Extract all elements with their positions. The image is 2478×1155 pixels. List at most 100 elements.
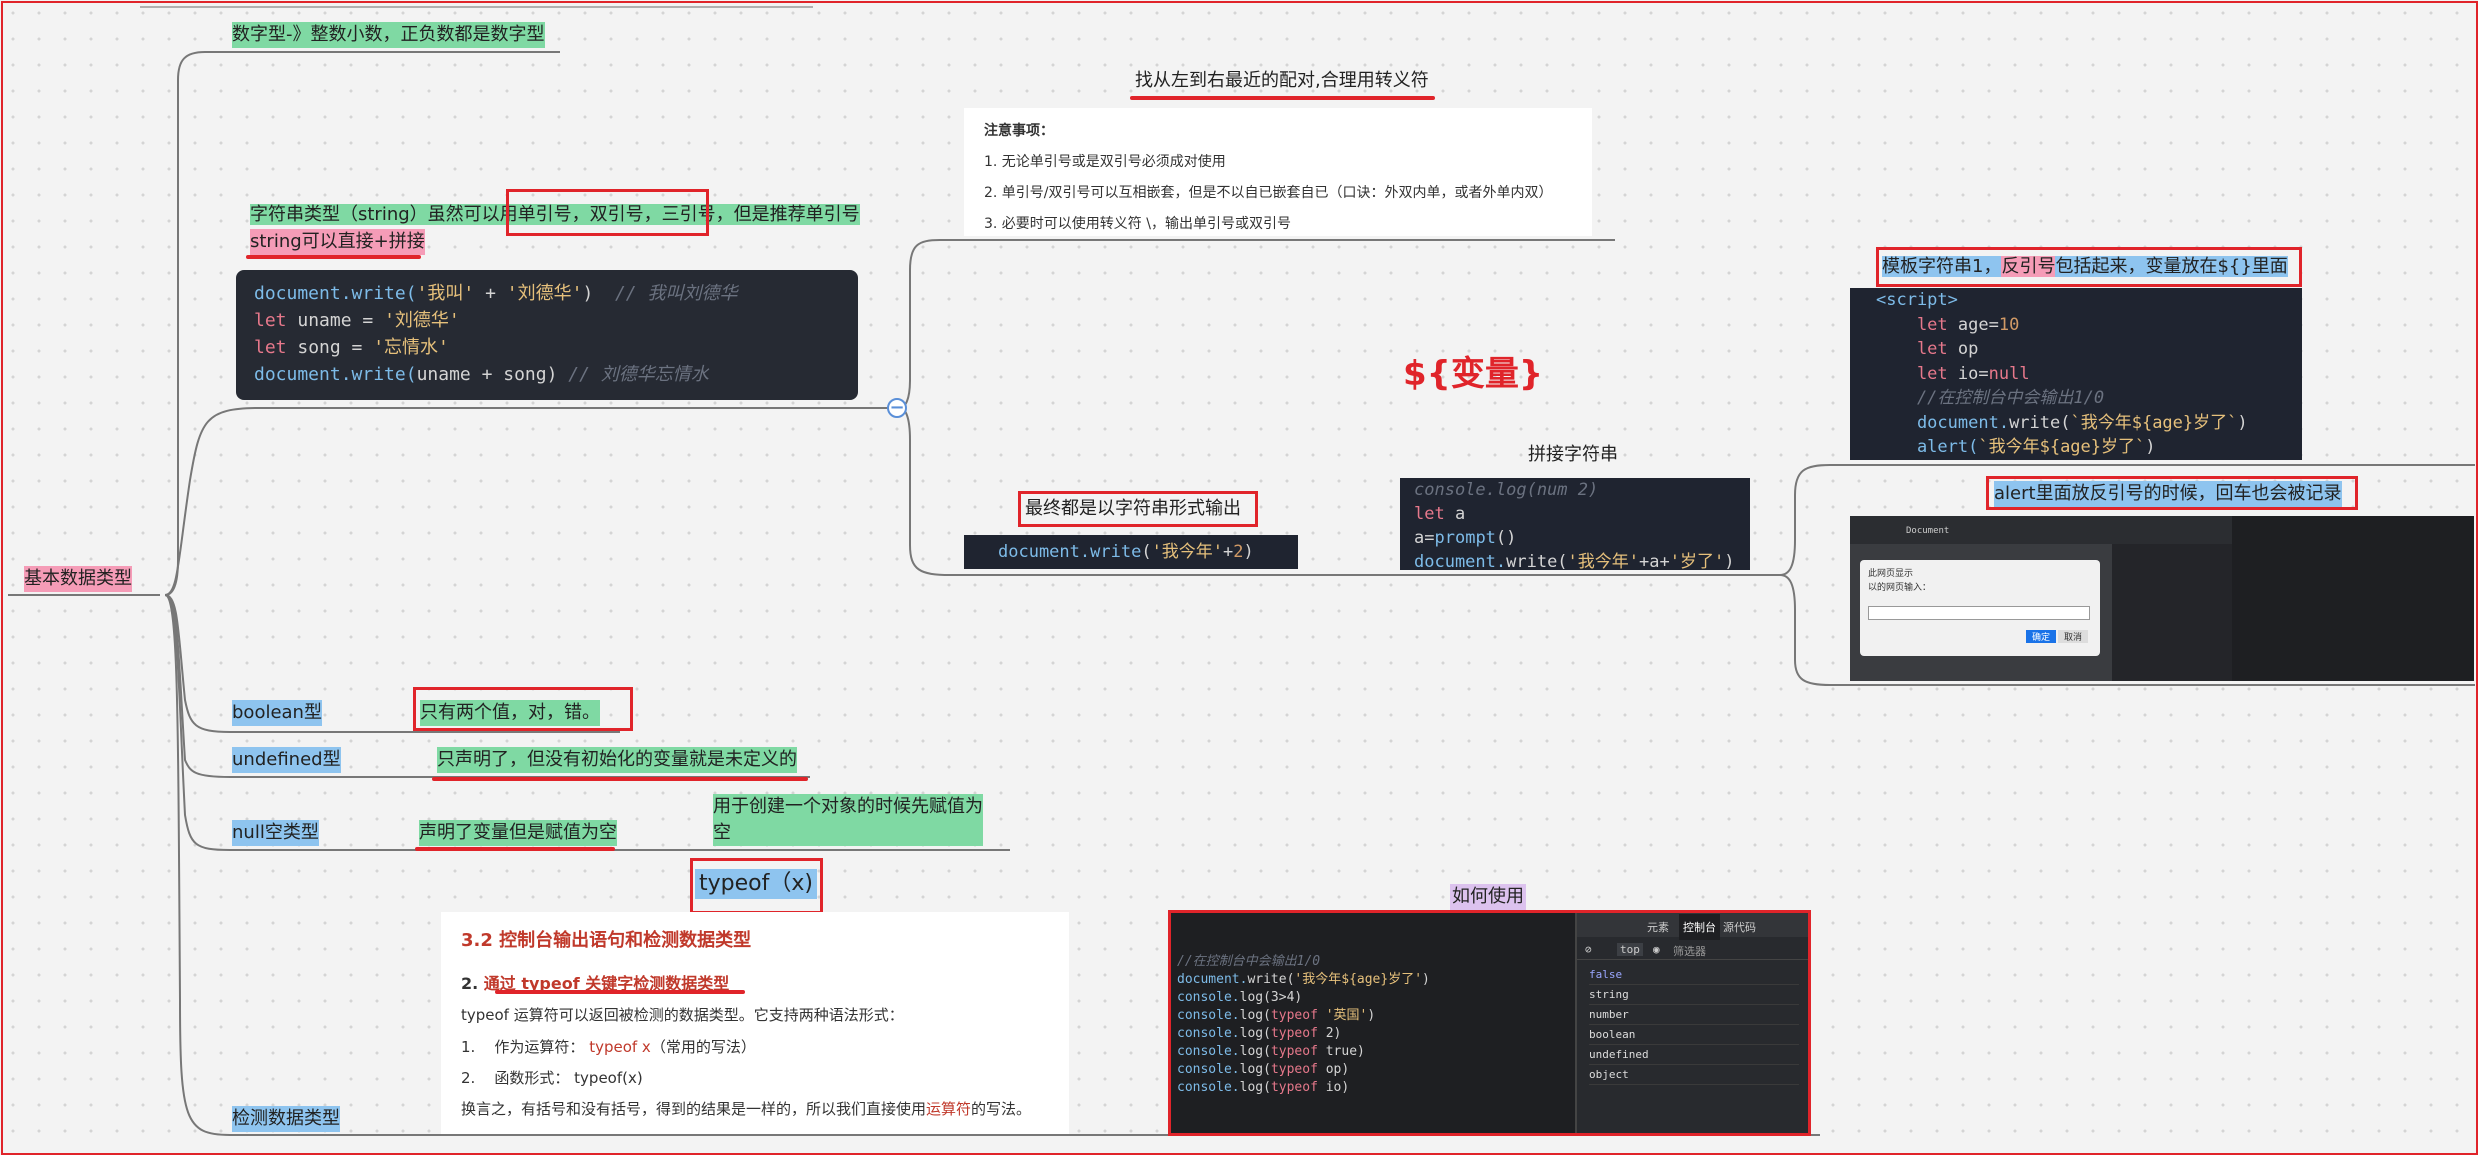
code-token: let	[1876, 314, 1958, 335]
string-quotes-highlight	[506, 189, 709, 236]
output-string-node[interactable]: 最终都是以字符串形式输出	[1025, 496, 1241, 522]
dialog-input[interactable]	[1868, 606, 2090, 620]
how-to-use-node[interactable]: 如何使用	[1450, 884, 1526, 910]
devtools-tab-elements[interactable]: 元素	[1647, 919, 1669, 935]
undefined-type-node[interactable]: undefined型	[232, 747, 341, 773]
code-token: console.	[1177, 990, 1240, 1005]
notes-item-2: 2. 单引号/双引号可以互相嵌套，但是不以自已嵌套自已（口诀：外双内单，或者外单…	[984, 185, 1553, 201]
concat-code-sample: console.log(num 2) let a a=prompt() documen…	[1400, 478, 1750, 570]
mindmap-canvas[interactable]: − 基本数据类型 数字型-》整数小数，正负数都是数字型 字符串类型（string…	[0, 0, 2478, 1155]
code-token: +	[1223, 542, 1234, 562]
devtools-tab-sources[interactable]: 源代码	[1723, 919, 1756, 935]
template-string-text-c: 包括起来，	[2055, 256, 2146, 277]
code-token: document.	[998, 542, 1091, 562]
code-token: typeof	[1270, 1080, 1326, 1095]
code-token: )	[1243, 542, 1254, 562]
code-token: '我叫'	[416, 283, 475, 304]
code-token: typeof	[1270, 1026, 1326, 1041]
code-token: '岁了'	[1669, 552, 1725, 570]
dialog-ok-button[interactable]: 确定	[2026, 630, 2057, 643]
console-output-line: number	[1589, 1005, 1799, 1025]
code-line: document.write('我叫' + '刘德华') // 我叫刘德华	[254, 280, 840, 307]
code-token: log(	[1239, 1008, 1271, 1023]
alert-backtick-node[interactable]: alert里面放反引号的时候，回车也会被记录	[1994, 481, 2342, 507]
context-select[interactable]: top	[1617, 943, 1643, 956]
typeof-doc-item-2-text: 函数形式： typeof(x)	[494, 1069, 643, 1087]
devtools-toolbar: ⊘ top ◉ 筛选器	[1577, 939, 1808, 960]
code-token: log(	[1239, 1062, 1271, 1077]
code-token: typeof	[1270, 1008, 1326, 1023]
code-token: io	[1957, 363, 1979, 384]
browser-screenshot: Document 此网页显示 以的网页输入： 确定 取消	[1850, 516, 2474, 681]
code-token: +	[474, 283, 507, 304]
clear-console-icon[interactable]: ⊘	[1585, 943, 1592, 956]
code-line: let io=null	[1876, 362, 2276, 387]
code-token: write	[1090, 542, 1142, 562]
browser-tab-title: Document	[1906, 526, 1950, 536]
code-line: console.log(typeof 2)	[1177, 1025, 1557, 1043]
nearest-pair-node[interactable]: 找从左到右最近的配对,合理用转义符	[1135, 68, 1429, 94]
code-token: )	[2237, 412, 2248, 433]
code-line: document.write('我今年'+a+'岁了')	[1414, 550, 1736, 570]
concat-string-node[interactable]: 拼接字符串	[1528, 442, 1618, 468]
code-token: )	[1724, 552, 1735, 570]
code-token: write(	[1247, 972, 1295, 987]
code-token: console.	[1177, 1044, 1240, 1059]
null-type-node[interactable]: null空类型	[232, 820, 319, 846]
code-token: let	[254, 337, 298, 358]
null-note-line-1: 用于创建一个对象的时候先赋值为	[713, 796, 983, 817]
code-line: console.log(3>4)	[1177, 989, 1557, 1007]
string-concat-underline	[246, 255, 421, 259]
code-line: console.log(typeof op)	[1177, 1061, 1557, 1079]
boolean-type-node[interactable]: boolean型	[232, 700, 322, 726]
root-node[interactable]: 基本数据类型	[24, 566, 132, 592]
eye-icon[interactable]: ◉	[1653, 943, 1660, 956]
null-desc-node[interactable]: 声明了变量但是赋值为空	[419, 820, 617, 846]
code-token: )	[2145, 437, 2156, 457]
undefined-desc-node[interactable]: 只声明了，但没有初始化的变量就是未定义的	[437, 747, 797, 773]
code-line: console.log(typeof io)	[1177, 1079, 1557, 1097]
collapse-toggle[interactable]: −	[887, 398, 907, 418]
typeof-doc-panel: 3.2 控制台输出语句和检测数据类型 2. 通过 typeof 关键字检测数据类…	[441, 912, 1069, 1134]
dialog-prompt: 以的网页输入：	[1868, 583, 1932, 593]
typeof-node[interactable]: typeof（x)	[695, 869, 817, 899]
filter-input[interactable]: 筛选器	[1673, 943, 1706, 959]
template-code-sample: <script> let age=10 let op let io=null /…	[1850, 288, 2302, 460]
boolean-desc-node[interactable]: 只有两个值，对，错。	[420, 700, 600, 726]
devtools-tab-console[interactable]: 控制台	[1679, 914, 1720, 940]
code-token: prompt	[1434, 528, 1496, 548]
code-token: console.	[1177, 1026, 1240, 1041]
code-token: true)	[1325, 1044, 1365, 1059]
code-line: alert(`我今年${age}岁了`)	[1876, 435, 2276, 460]
code-token: uname =	[297, 310, 385, 331]
code-token: ()	[1495, 528, 1517, 548]
code-token: =	[1424, 528, 1435, 548]
typeof-doc-sub-prefix: 2.	[461, 974, 484, 993]
template-string-node[interactable]: 模板字符串1，反引号包括起来，变量放在${}里面	[1882, 254, 2288, 280]
string-type-text-a: 字符串类型（string）虽然可以用	[250, 204, 518, 225]
detect-type-node[interactable]: 检测数据类型	[232, 1106, 340, 1132]
code-token: let	[254, 310, 298, 331]
code-token: <script>	[1876, 290, 1958, 310]
code-line: document.write(`我今年${age}岁了`)	[1876, 411, 2276, 436]
code-token: io)	[1325, 1080, 1350, 1095]
number-type-node[interactable]: 数字型-》整数小数，正负数都是数字型	[232, 22, 545, 48]
code-line: <script>	[1876, 288, 2276, 313]
string-type-text-c: ，但是推荐单引号	[715, 204, 860, 225]
typeof-doc-item-2: 2. 函数形式： typeof(x)	[461, 1067, 643, 1088]
code-token: =	[1978, 363, 1989, 384]
typeof-doc-item-2-num: 2.	[461, 1069, 476, 1087]
null-note-node[interactable]: 用于创建一个对象的时候先赋值为 空	[713, 794, 983, 846]
code-token: uname + song)	[416, 364, 569, 385]
code-token: 10	[1998, 314, 2020, 335]
dialog-cancel-button[interactable]: 取消	[2058, 630, 2089, 643]
code-token: 2)	[1325, 1026, 1342, 1041]
template-var-node[interactable]: ${变量}	[1403, 354, 1543, 394]
code-token: console.	[1177, 1062, 1240, 1077]
code-token: =	[1988, 314, 1999, 335]
code-token: typeof	[1270, 1044, 1326, 1059]
typeof-doc-item-1: 1. 作为运算符： typeof x（常用的写法）	[461, 1036, 756, 1057]
code-token: write(	[1506, 552, 1568, 570]
code-token: +a+	[1639, 552, 1670, 570]
string-concat-node[interactable]: string可以直接+拼接	[250, 229, 425, 255]
